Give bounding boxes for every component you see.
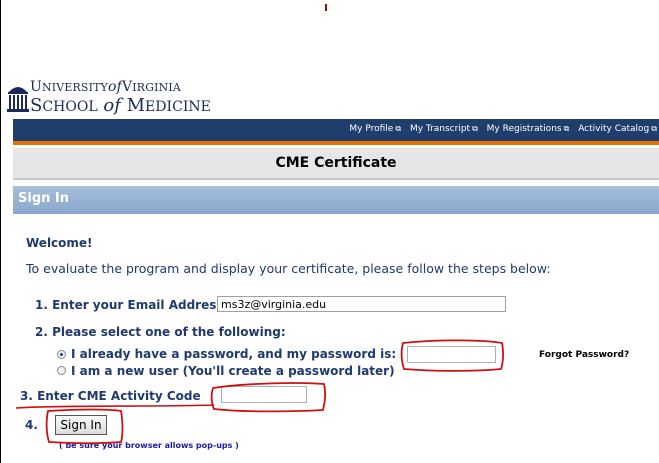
signin-button[interactable]: Sign In bbox=[55, 415, 107, 435]
signin-section-header bbox=[13, 186, 659, 214]
page-title: CME Certificate bbox=[275, 155, 397, 171]
radio-new-user[interactable] bbox=[57, 366, 66, 375]
password-field[interactable] bbox=[407, 346, 496, 363]
nav-links: My Profile ⧉ My Transcript ⧉ My Registrati… bbox=[343, 124, 657, 134]
nav-my-profile[interactable]: My Profile ⧉ bbox=[349, 124, 401, 134]
nav-my-transcript[interactable]: My Transcript ⧉ bbox=[410, 124, 478, 134]
external-link-icon: ⧉ bbox=[472, 124, 478, 133]
window-left-edge bbox=[0, 0, 1, 463]
forgot-password-link[interactable]: Forgot Password? bbox=[539, 350, 629, 360]
welcome-heading: Welcome! bbox=[26, 236, 93, 250]
step3-label: 3. Enter CME Activity Code bbox=[20, 389, 201, 403]
step4-label: 4. bbox=[25, 418, 38, 432]
external-link-icon: ⧉ bbox=[563, 124, 570, 133]
external-link-icon: ⧉ bbox=[651, 124, 657, 133]
email-field[interactable] bbox=[217, 296, 506, 312]
signin-section-title: Sign In bbox=[18, 191, 69, 206]
step2-label: 2. Please select one of the following: bbox=[35, 325, 286, 339]
title-divider bbox=[13, 178, 659, 180]
radio-have-password[interactable] bbox=[57, 350, 66, 359]
rotunda-logo-icon bbox=[7, 87, 29, 112]
activity-code-field[interactable] bbox=[221, 386, 307, 403]
step1-label: 1. Enter your Email Address: bbox=[35, 298, 229, 312]
instructions-text: To evaluate the program and display your… bbox=[26, 261, 551, 276]
annotation-mark-top bbox=[325, 4, 327, 11]
external-link-icon: ⧉ bbox=[395, 124, 402, 133]
label-new-user[interactable]: I am a new user (You'll create a passwor… bbox=[71, 364, 395, 378]
logo-school-text: SCHOOL of MEDICINE bbox=[30, 95, 211, 116]
label-have-password[interactable]: I already have a password, and my passwo… bbox=[71, 347, 396, 361]
annotation-underline-step3 bbox=[15, 404, 215, 409]
logo-university-text: UNIVERSITYofVIRGINIA bbox=[30, 79, 181, 95]
nav-activity-catalog[interactable]: Activity Catalog ⧉ bbox=[578, 124, 657, 134]
popup-note: ( be sure your browser allows pop-ups ) bbox=[59, 441, 239, 450]
nav-my-registrations[interactable]: My Registrations ⧉ bbox=[487, 124, 570, 134]
nav-accent-stripe bbox=[13, 141, 659, 145]
